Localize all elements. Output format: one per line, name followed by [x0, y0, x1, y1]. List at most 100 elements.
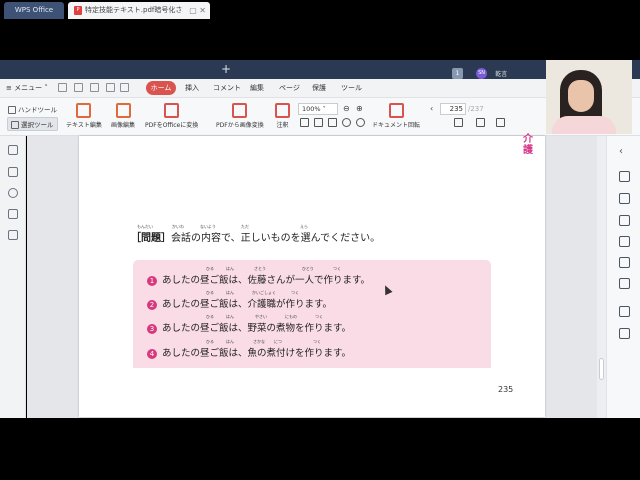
edit-image-label: 画像編集 [111, 122, 136, 129]
tab-home[interactable]: ホーム [146, 81, 176, 95]
tab-insert[interactable]: 挿入 [185, 83, 199, 93]
pdf-to-image-button[interactable]: PDFから画像変換 [216, 103, 264, 129]
edit-text-label: テキスト編集 [66, 122, 102, 129]
zoom-select[interactable]: 100% ˅ [298, 103, 338, 115]
option-3: 3 あしたの昼ご飯は、野菜の煮物を作ります。 [147, 320, 351, 334]
annotate-icon [275, 103, 290, 118]
option-1: 1 あしたの昼ご飯は、佐藤さんが一人で作ります。 [147, 272, 370, 286]
screen: WPS Office P特定技能テキスト.pdf暗号化された ▢ ✕ + 1 S… [0, 0, 640, 480]
pen-icon[interactable] [619, 257, 630, 268]
tab-comment[interactable]: コメント [213, 83, 241, 93]
rotate-document-button[interactable]: ドキュメント回転 [372, 103, 420, 129]
option-2: 2 あしたの昼ご飯は、介護職が作ります。 [147, 296, 332, 310]
pdf-to-office-label: PDFをOfficeに変換 [145, 122, 199, 129]
sign-icon[interactable] [619, 236, 630, 247]
right-toolbar: ‹ [606, 136, 640, 418]
page-navigator[interactable]: 235/237 [440, 103, 506, 115]
pdf-image-icon [232, 103, 248, 118]
option-number: 4 [147, 348, 157, 359]
edit-text-icon [76, 103, 92, 118]
page-current[interactable]: 235 [440, 103, 466, 115]
collapse-icon[interactable]: ‹ [619, 146, 630, 157]
pdf-to-office-button[interactable]: PDFをOfficeに変換 [145, 103, 198, 129]
left-sidebar [0, 136, 26, 418]
signature-icon[interactable] [8, 209, 18, 219]
menu-button-label: メニュー [14, 84, 43, 92]
fit-page-icon[interactable] [300, 118, 309, 127]
option-text: あしたの昼ご飯は、魚の煮付けを作ります。 [162, 348, 352, 359]
webcam-overlay [546, 60, 632, 134]
print-icon[interactable] [90, 83, 99, 92]
compare-icon[interactable] [619, 278, 630, 289]
rotate-left-icon[interactable] [342, 118, 351, 127]
option-number: 2 [147, 299, 157, 310]
annotate-label: 注釈 [276, 122, 289, 129]
continuous-view-icon[interactable] [496, 118, 505, 127]
question-head: ［問題］ [131, 233, 171, 244]
print-icon[interactable] [619, 306, 630, 317]
new-tab-button[interactable]: + [218, 60, 234, 79]
convert-icon[interactable] [619, 171, 630, 182]
prev-page-icon[interactable]: ‹ [430, 104, 433, 113]
annotate-button[interactable]: 注釈 [275, 103, 290, 129]
export-icon[interactable] [8, 230, 18, 240]
option-number: 3 [147, 323, 157, 334]
tab-bar [0, 60, 640, 79]
folder-icon[interactable] [58, 83, 67, 92]
option-4: 4 あしたの昼ご飯は、魚の煮付けを作ります。 [147, 345, 351, 359]
edit-text-button[interactable]: テキスト編集 [66, 103, 102, 129]
pdf-to-image-label: PDFから画像変換 [216, 122, 264, 129]
zoom-out-icon[interactable]: ⊖ [343, 104, 350, 113]
edit-image-icon [115, 103, 131, 118]
edit-icon[interactable] [619, 193, 630, 204]
cursor-icon [11, 121, 19, 129]
zoom-value: 100% [302, 105, 321, 113]
zoom-in-icon[interactable]: ⊕ [356, 104, 363, 113]
single-page-icon[interactable] [328, 118, 337, 127]
attachment-icon[interactable] [8, 188, 18, 198]
hand-tool-label: ハンドツール [18, 106, 57, 114]
option-text: あしたの昼ご飯は、介護職が作ります。 [162, 299, 333, 310]
page-number: 235 [498, 385, 514, 394]
tab-close-icon[interactable]: ▢ ✕ [189, 2, 206, 19]
side-label: 介護 [523, 134, 533, 156]
tabbar-right-tools: 1 SN 乾言 [452, 63, 508, 79]
single-view-icon[interactable] [454, 118, 463, 127]
rotate-icon [388, 103, 404, 118]
tab-edit[interactable]: 編集 [250, 83, 264, 93]
page-total: /237 [468, 105, 484, 113]
person-body [552, 116, 616, 134]
scrollbar-thumb[interactable] [599, 358, 604, 380]
tab-protect[interactable]: 保護 [312, 83, 326, 93]
option-text: あしたの昼ご飯は、野菜の煮物を作ります。 [162, 323, 352, 334]
tab-document[interactable]: P特定技能テキスト.pdf暗号化された ▢ ✕ [68, 2, 210, 19]
tab-tools[interactable]: ツール [341, 83, 362, 93]
redo-icon[interactable] [120, 83, 129, 92]
bookmark-icon[interactable] [8, 145, 18, 155]
select-tool-label: 選択ツール [21, 121, 54, 129]
hand-tool-button[interactable]: ハンドツール [8, 104, 57, 114]
tab-wps-office[interactable]: WPS Office [4, 2, 64, 19]
rotate-right-icon[interactable] [356, 118, 365, 127]
menu-button[interactable]: ≡ メニュー ˅ [6, 83, 48, 93]
pdf-icon: P [74, 6, 82, 15]
question: ［問題］会話の内容で、正しいものを選んでください。 [131, 229, 380, 244]
option-text: あしたの昼ご飯は、佐藤さんが一人で作ります。 [162, 275, 371, 286]
edit-image-button[interactable]: 画像編集 [111, 103, 135, 129]
thumbnail-icon[interactable] [8, 167, 18, 177]
rotate-document-label: ドキュメント回転 [372, 122, 421, 129]
letterbox-bottom [0, 418, 640, 480]
double-view-icon[interactable] [476, 118, 485, 127]
save-icon[interactable] [74, 83, 83, 92]
layout-icon[interactable]: 1 [452, 68, 463, 79]
user-name: 乾言 [495, 71, 508, 78]
tab-page[interactable]: ページ [279, 83, 300, 93]
share-icon[interactable] [619, 328, 630, 339]
select-tool-button[interactable]: 選択ツール [7, 117, 58, 131]
compress-icon[interactable] [619, 215, 630, 226]
fit-width-icon[interactable] [314, 118, 323, 127]
undo-icon[interactable] [106, 83, 115, 92]
tab-document-label: 特定技能テキスト.pdf暗号化された [85, 6, 183, 14]
option-number: 1 [147, 275, 157, 286]
hand-icon [8, 106, 16, 114]
